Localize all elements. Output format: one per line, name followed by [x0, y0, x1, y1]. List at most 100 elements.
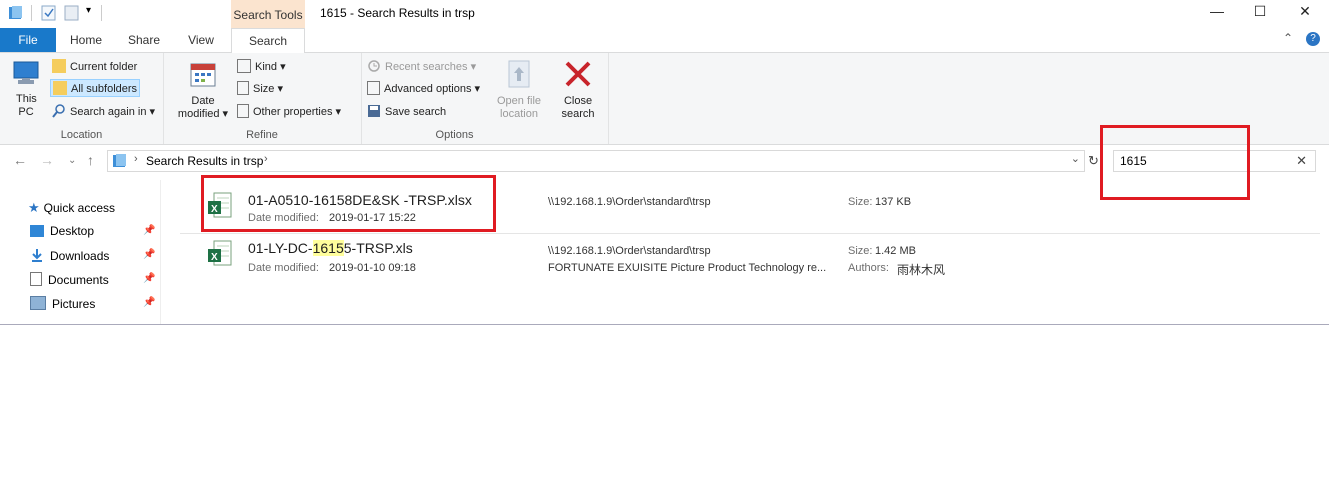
close-search-label-2: search	[561, 108, 595, 120]
recent-searches-button[interactable]: Recent searches ▾	[367, 59, 476, 73]
authors-caption: Authors:	[848, 262, 889, 274]
qat-separator	[31, 5, 32, 21]
open-file-location-label-2: location	[500, 108, 538, 120]
minimize-button[interactable]: —	[1195, 3, 1239, 23]
pin-icon-3[interactable]: 📌	[143, 273, 155, 284]
date-modified-button[interactable]: Date modified ▾	[173, 61, 233, 121]
kind-button[interactable]: Kind ▾	[237, 59, 286, 73]
save-search-button[interactable]: Save search	[367, 104, 446, 118]
nav-quick-access[interactable]: ★ Quick access	[28, 200, 115, 216]
tab-share[interactable]: Share	[118, 28, 170, 52]
all-subfolders-button[interactable]: All subfolders	[50, 79, 141, 97]
documents-icon	[30, 272, 42, 286]
nav-pictures[interactable]: Pictures	[30, 296, 95, 311]
this-pc-button[interactable]: This PC	[8, 59, 44, 119]
breadcrumb-search-results[interactable]: Search Results in trsp	[146, 154, 263, 168]
recent-searches-icon	[367, 59, 381, 73]
calendar-icon	[190, 63, 216, 87]
size-button[interactable]: Size ▾	[237, 81, 283, 95]
size-caption-2: Size:	[848, 245, 873, 257]
size-icon	[237, 81, 249, 95]
save-icon	[367, 104, 381, 118]
size-caption: Size:	[848, 196, 873, 208]
computer-icon	[13, 61, 39, 84]
tab-search[interactable]: Search	[231, 28, 305, 54]
recent-locations-chevron-icon[interactable]: ⌄	[68, 155, 76, 166]
close-search-label-1: Close	[563, 95, 593, 107]
pictures-icon	[30, 296, 46, 310]
excel-file-icon-2: X	[208, 240, 232, 266]
file-name-suffix: 5-TRSP.xls	[343, 240, 413, 256]
size-value: 137 KB	[875, 196, 912, 208]
search-results-icon	[113, 154, 126, 167]
tab-file[interactable]: File	[0, 28, 56, 52]
nav-documents[interactable]: Documents	[30, 272, 109, 287]
svg-text:X: X	[211, 252, 218, 263]
other-properties-button[interactable]: Other properties ▾	[237, 104, 341, 118]
clear-search-icon[interactable]: ✕	[1296, 153, 1307, 169]
group-refine-label: Refine	[246, 129, 278, 141]
annotation-box-search	[1100, 125, 1250, 200]
qat-separator-2	[101, 5, 102, 21]
search-again-button[interactable]: Search again in ▾	[52, 104, 155, 118]
pin-icon[interactable]: 📌	[143, 225, 155, 236]
close-window-button[interactable]: ✕	[1283, 3, 1327, 23]
recent-searches-label: Recent searches	[385, 61, 468, 73]
open-file-location-label-1: Open file	[496, 95, 542, 107]
all-subfolders-label: All subfolders	[71, 83, 138, 95]
company-value: FORTUNATE EXUISITE Picture Product Techn…	[548, 262, 827, 274]
forward-arrow-icon[interactable]: →	[40, 152, 54, 168]
annotation-box-file	[201, 175, 496, 232]
file-name-2[interactable]: 01-LY-DC-16155-TRSP.xls	[248, 240, 413, 256]
result-row-2[interactable]: X 01-LY-DC-16155-TRSP.xls Date modified:…	[180, 228, 1320, 280]
maximize-button[interactable]: ☐	[1238, 3, 1282, 23]
current-folder-button[interactable]: Current folder	[52, 59, 137, 73]
date-modified-caption-2: Date modified:	[248, 262, 319, 274]
pictures-label: Pictures	[52, 297, 96, 311]
group-location: This PC Current folder All subfolders Se…	[0, 53, 164, 144]
help-icon[interactable]: ?	[1306, 32, 1320, 46]
chevron-up-icon[interactable]: ⌃	[1283, 31, 1293, 45]
window-title: 1615 - Search Results in trsp	[320, 6, 475, 20]
open-file-location-button[interactable]: Open file location	[491, 59, 547, 121]
title-bar: ▾ Search Tools 1615 - Search Results in …	[0, 0, 1329, 28]
kind-label: Kind	[255, 61, 278, 73]
group-location-label: Location	[60, 129, 103, 141]
navigation-pane: ★ Quick access Desktop 📌 Downloads 📌 Docu…	[0, 180, 161, 324]
back-arrow-icon[interactable]: ←	[13, 152, 27, 168]
tab-view[interactable]: View	[175, 28, 227, 52]
search-match-highlight: 1615	[312, 240, 344, 256]
pin-icon-4[interactable]: 📌	[143, 297, 155, 308]
close-search-button[interactable]: Close search	[553, 59, 603, 121]
star-icon: ★	[28, 200, 40, 215]
desktop-label: Desktop	[50, 224, 95, 238]
refresh-icon[interactable]: ↻	[1088, 153, 1099, 169]
new-folder-icon[interactable]	[64, 5, 80, 21]
up-arrow-icon[interactable]: ↑	[87, 152, 94, 168]
customize-qat-icon[interactable]: ▾	[86, 5, 91, 21]
date-modified-value-2: 2019-01-10 09:18	[329, 262, 416, 274]
tab-home[interactable]: Home	[60, 28, 112, 52]
file-name-prefix: 01-LY-DC-	[248, 240, 313, 256]
advanced-options-button[interactable]: Advanced options ▾	[367, 81, 480, 95]
file-path-2: \\192.168.1.9\Order\standard\trsp	[548, 245, 711, 257]
group-options-label: Options	[435, 129, 474, 141]
search-tools-context-tab: Search Tools	[231, 0, 305, 28]
nav-desktop[interactable]: Desktop	[30, 224, 94, 238]
address-bar[interactable]: › Search Results in trsp › ⌄	[107, 150, 1085, 172]
download-arrow-icon	[30, 248, 44, 262]
folder-app-icon	[8, 5, 24, 21]
desktop-icon	[30, 225, 44, 237]
properties-icon[interactable]	[41, 5, 57, 21]
other-properties-label: Other properties	[253, 106, 333, 118]
address-dropdown-icon[interactable]: ⌄	[1071, 152, 1080, 165]
breadcrumb-chevron-icon-2[interactable]: ›	[264, 153, 268, 165]
breadcrumb-chevron-icon: ›	[134, 153, 138, 165]
advanced-options-icon	[367, 81, 380, 95]
size-value-2: 1.42 MB	[875, 245, 916, 257]
documents-label: Documents	[48, 273, 109, 287]
folder-icon	[52, 59, 66, 73]
advanced-options-label: Advanced options	[384, 83, 472, 95]
nav-downloads[interactable]: Downloads	[30, 248, 109, 263]
pin-icon-2[interactable]: 📌	[143, 249, 155, 260]
